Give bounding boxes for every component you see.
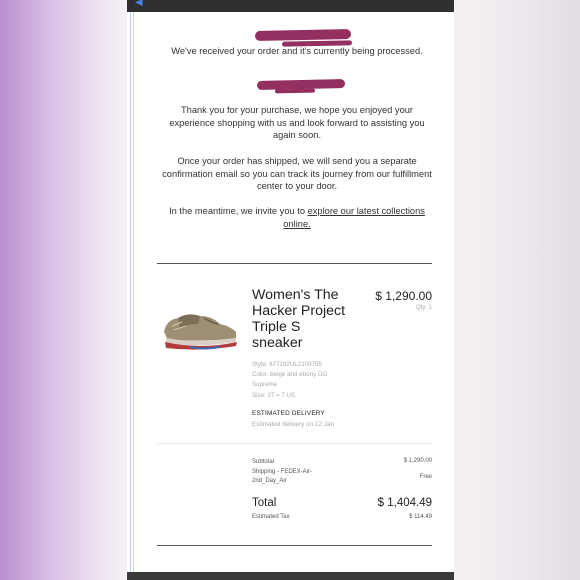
background-right bbox=[453, 0, 580, 580]
tax-value: $ 114.49 bbox=[409, 514, 432, 520]
background-left bbox=[0, 0, 128, 580]
left-rail-2 bbox=[133, 12, 134, 572]
divider-bottom bbox=[157, 545, 432, 546]
product-color: Color: beige and ebony GG Supreme bbox=[252, 371, 328, 389]
total-label: Total bbox=[252, 497, 277, 509]
email-screen: ◀ We've received your order and it's cur… bbox=[127, 0, 454, 580]
bottom-bar bbox=[127, 572, 454, 580]
product-size: Size: 37 = 7 US bbox=[252, 392, 296, 399]
tax-label: Estimated Tax bbox=[252, 514, 290, 520]
back-arrow-icon[interactable]: ◀ bbox=[135, 0, 143, 8]
redacted-line-2 bbox=[274, 88, 316, 94]
estimated-delivery-value: Estimated delivery on 12 Jan bbox=[252, 421, 335, 428]
total-value: $ 1,404.49 bbox=[377, 497, 432, 509]
left-rail bbox=[130, 12, 131, 572]
divider-top bbox=[157, 263, 432, 264]
product-style: Style: 677192UL2109795 bbox=[252, 361, 322, 368]
product-price: $ 1,290.00 bbox=[375, 289, 432, 303]
thank-you-text: Thank you for your purchase, we hope you… bbox=[169, 105, 425, 141]
estimated-delivery-label: ESTIMATED DELIVERY bbox=[252, 410, 325, 417]
subtotal-label: Subtotal bbox=[252, 459, 275, 465]
status-bar: ◀ bbox=[127, 0, 454, 12]
shipping-value: Free bbox=[419, 474, 432, 480]
order-received-text: We've received your order and it's curre… bbox=[171, 46, 423, 56]
redacted-name bbox=[254, 28, 352, 42]
divider-middle bbox=[157, 443, 432, 444]
product-name: Women's The Hacker Project Triple S snea… bbox=[252, 287, 346, 351]
subtotal-value: $ 1,290.00 bbox=[403, 458, 432, 464]
shipping-label: Shipping - FEDEX-Air-2nd_Day_Air bbox=[252, 469, 313, 484]
shipping-info-text: Once your order has shipped, we will sen… bbox=[162, 156, 432, 192]
invite-prefix: In the meantime, we invite you to bbox=[169, 206, 308, 216]
sneaker-image bbox=[164, 314, 237, 350]
product-qty: Qty: 1 bbox=[415, 305, 432, 311]
invite-text: In the meantime, we invite you to explor… bbox=[157, 205, 437, 230]
